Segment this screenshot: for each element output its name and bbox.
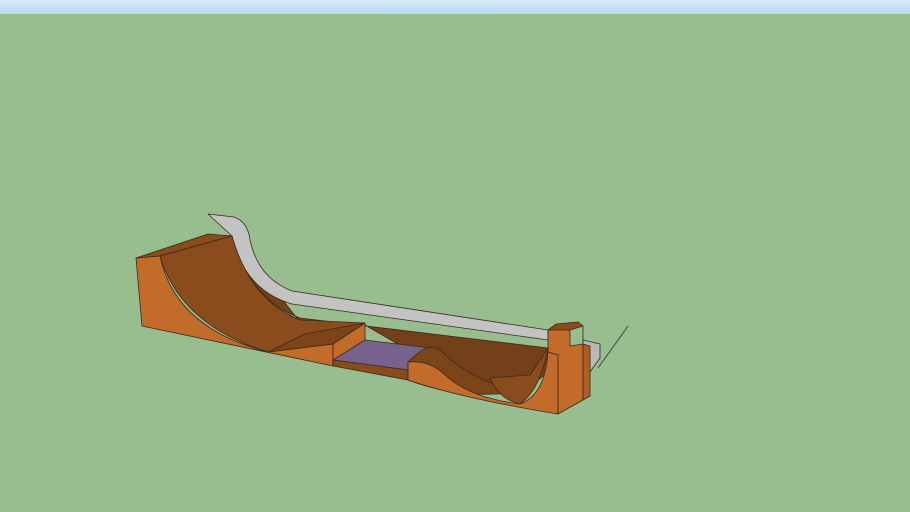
right-tower-top: [547, 321, 584, 331]
ramp-model: [135, 213, 629, 415]
right-tower-side: [582, 325, 591, 401]
axis-line: [597, 325, 629, 369]
3d-viewport[interactable]: [0, 0, 910, 512]
